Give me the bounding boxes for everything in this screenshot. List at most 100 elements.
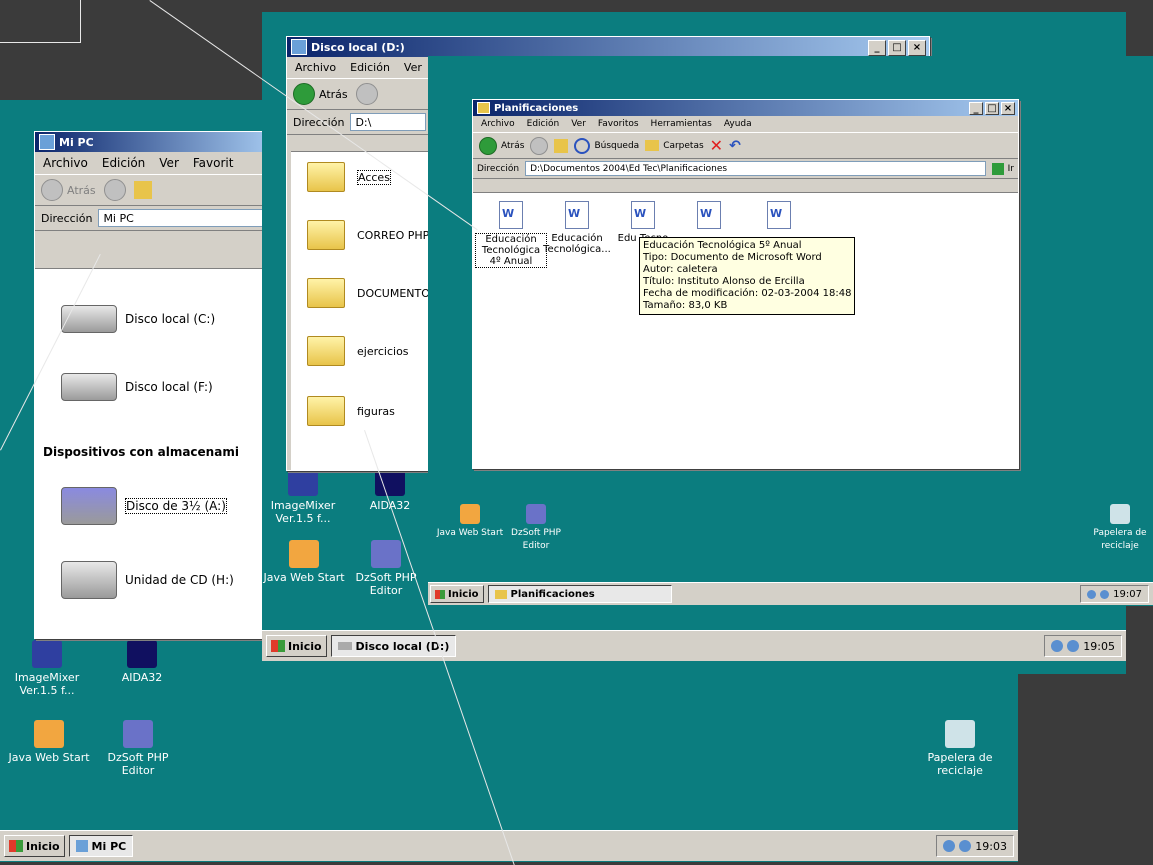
menu-ayuda[interactable]: Ayuda bbox=[724, 119, 752, 129]
window-controls: _ □ × bbox=[969, 102, 1015, 115]
window-controls: _ □ × bbox=[868, 40, 926, 56]
maximize-button[interactable]: □ bbox=[888, 40, 906, 56]
desktop-icon-java[interactable]: Java Web Start bbox=[262, 540, 346, 584]
folder-figuras[interactable]: figuras bbox=[307, 396, 395, 426]
menu-ver[interactable]: Ver bbox=[159, 156, 179, 170]
title-bar[interactable]: Mi PC bbox=[35, 132, 275, 152]
back-button[interactable]: Atrás bbox=[479, 136, 524, 155]
start-button[interactable]: Inicio bbox=[266, 635, 327, 657]
menu-favoritos[interactable]: Favorit bbox=[193, 156, 234, 170]
file-item[interactable]: Educación Tecnológica... bbox=[541, 201, 613, 255]
java-icon bbox=[289, 540, 319, 568]
menu-favoritos[interactable]: Favoritos bbox=[598, 119, 639, 129]
search-button[interactable]: Búsqueda bbox=[574, 137, 639, 154]
cd-drive-icon bbox=[61, 561, 117, 599]
tray-icon[interactable] bbox=[1100, 589, 1110, 599]
java-icon bbox=[460, 504, 480, 524]
back-arrow-icon bbox=[479, 136, 497, 155]
folder-icon bbox=[307, 162, 345, 192]
up-folder-icon[interactable] bbox=[554, 138, 569, 153]
desktop-icon-recycle[interactable]: Papelera de reciclaje bbox=[1088, 504, 1152, 553]
address-field[interactable]: D:\Documentos 2004\Ed Tec\Planificacione… bbox=[525, 161, 986, 176]
drive-a[interactable]: Disco de 3½ (A:) bbox=[61, 487, 227, 525]
clock: 19:07 bbox=[1113, 588, 1142, 600]
tray-icon[interactable] bbox=[1067, 640, 1080, 652]
menu-edicion[interactable]: Edición bbox=[350, 61, 390, 74]
windows-flag-icon bbox=[9, 840, 23, 852]
close-button[interactable]: × bbox=[908, 40, 926, 56]
drive-c[interactable]: Disco local (C:) bbox=[61, 305, 215, 333]
forward-button[interactable] bbox=[530, 136, 549, 155]
system-tray: 19:03 bbox=[936, 835, 1014, 857]
folder-acces[interactable]: Acces bbox=[307, 162, 391, 192]
desktop-icon-imagemixer[interactable]: ImageMixer Ver.1.5 f... bbox=[268, 468, 338, 525]
computer-icon bbox=[75, 840, 88, 852]
tray-icon[interactable] bbox=[1051, 640, 1064, 652]
forward-button[interactable] bbox=[103, 179, 126, 201]
desktop-icon-java[interactable]: Java Web Start bbox=[428, 504, 512, 540]
tray-icon[interactable] bbox=[943, 840, 956, 852]
address-bar: Dirección D:\Documentos 2004\Ed Tec\Plan… bbox=[473, 159, 1018, 179]
menu-herramientas[interactable]: Herramientas bbox=[651, 119, 712, 129]
folder-icon bbox=[307, 396, 345, 426]
folder-documentos[interactable]: DOCUMENTOS bbox=[307, 278, 437, 308]
taskbar-button-planificaciones[interactable]: Planificaciones bbox=[487, 585, 672, 603]
system-tray: 19:07 bbox=[1080, 585, 1149, 603]
title-bar[interactable]: Planificaciones _ □ × bbox=[473, 100, 1018, 116]
computer-icon bbox=[39, 134, 55, 150]
word-document-icon bbox=[631, 201, 655, 229]
system-tray: 19:05 bbox=[1044, 635, 1122, 657]
menu-edicion[interactable]: Edición bbox=[527, 119, 560, 129]
menu-archivo[interactable]: Archivo bbox=[43, 156, 88, 170]
desktop-icon-java[interactable]: Java Web Start bbox=[4, 720, 94, 764]
start-button[interactable]: Inicio bbox=[430, 585, 484, 603]
file-item[interactable] bbox=[673, 201, 745, 233]
windows-flag-icon bbox=[435, 589, 445, 599]
tray-icon[interactable] bbox=[959, 840, 972, 852]
menu-ver[interactable]: Ver bbox=[404, 61, 422, 74]
drive-f[interactable]: Disco local (F:) bbox=[61, 373, 213, 401]
minimize-button[interactable]: _ bbox=[969, 102, 983, 115]
taskbar-button-mi-pc[interactable]: Mi PC bbox=[68, 835, 134, 857]
drive-h[interactable]: Unidad de CD (H:) bbox=[61, 561, 234, 599]
menu-archivo[interactable]: Archivo bbox=[295, 61, 336, 74]
floppy-drive-icon bbox=[61, 487, 117, 525]
folder-correo-php[interactable]: CORREO PHP bbox=[307, 220, 429, 250]
file-item[interactable]: Educación Tecnológica 4º Anual bbox=[475, 201, 547, 268]
menu-bar: Archivo Edición Ver Favorit bbox=[35, 152, 275, 175]
folders-button[interactable]: Carpetas bbox=[645, 140, 704, 151]
desktop-icon-dzsoft[interactable]: DzSoft PHP Editor bbox=[98, 720, 178, 777]
taskbar-front: Inicio Planificaciones 19:07 bbox=[428, 582, 1153, 605]
forward-button[interactable] bbox=[355, 83, 378, 105]
close-button[interactable]: × bbox=[1001, 102, 1015, 115]
word-document-icon bbox=[767, 201, 791, 229]
go-button[interactable]: Ir bbox=[991, 162, 1014, 175]
back-button[interactable]: Atrás bbox=[41, 179, 96, 201]
undo-icon[interactable]: ↶ bbox=[729, 138, 741, 154]
desktop-icon-aida32[interactable]: AIDA32 bbox=[112, 640, 172, 684]
menu-bar: Archivo Edición Ver Favoritos Herramient… bbox=[473, 116, 1018, 133]
desktop-icon-dzsoft[interactable]: DzSoft PHP Editor bbox=[506, 504, 566, 553]
desktop-icon-recycle[interactable]: Papelera de reciclaje bbox=[920, 720, 1000, 777]
imagemixer-icon bbox=[32, 640, 62, 668]
search-icon bbox=[574, 137, 591, 154]
desktop-icon-dzsoft[interactable]: DzSoft PHP Editor bbox=[354, 540, 418, 597]
menu-ver[interactable]: Ver bbox=[571, 119, 586, 129]
maximize-button[interactable]: □ bbox=[985, 102, 999, 115]
file-item[interactable] bbox=[743, 201, 815, 233]
close-icon[interactable]: ✕ bbox=[710, 136, 723, 155]
back-button[interactable]: Atrás bbox=[293, 83, 348, 105]
menu-edicion[interactable]: Edición bbox=[102, 156, 145, 170]
folder-ejercicios[interactable]: ejercicios bbox=[307, 336, 409, 366]
up-folder-icon[interactable] bbox=[133, 181, 152, 199]
start-button[interactable]: Inicio bbox=[4, 835, 65, 857]
minimize-button[interactable]: _ bbox=[868, 40, 886, 56]
desktop-icon-imagemixer[interactable]: ImageMixer Ver.1.5 f... bbox=[12, 640, 82, 697]
tray-icon[interactable] bbox=[1087, 589, 1097, 599]
menu-archivo[interactable]: Archivo bbox=[481, 119, 515, 129]
php-icon bbox=[526, 504, 546, 524]
word-document-icon bbox=[565, 201, 589, 229]
title-bar[interactable]: Disco local (D:) _ □ × bbox=[287, 37, 929, 57]
address-field[interactable]: D:\ bbox=[350, 113, 427, 131]
address-field[interactable]: Mi PC bbox=[98, 209, 269, 227]
